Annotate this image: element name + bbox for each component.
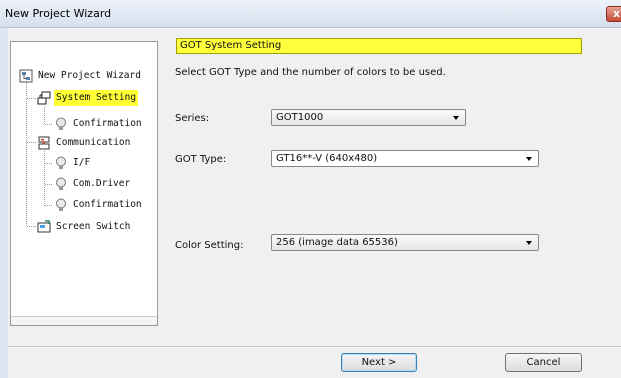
tree-item-label: Screen Switch xyxy=(56,221,131,232)
series-value: GOT1000 xyxy=(276,112,324,123)
tree-item-label: Communication xyxy=(56,137,131,148)
got-type-label: GOT Type: xyxy=(175,154,227,165)
got-type-value: GT16**-V (640x480) xyxy=(276,153,378,164)
bulb-icon xyxy=(56,198,66,211)
tree-item-label: Confirmation xyxy=(73,118,142,129)
cancel-button[interactable]: Cancel xyxy=(505,353,582,372)
tree-horizontal-scrollbar[interactable] xyxy=(11,316,157,325)
tree-item-label: Com.Driver xyxy=(73,178,131,189)
got-type-dropdown[interactable]: GT16**-V (640x480) xyxy=(271,150,539,167)
tree-item-label: Confirmation xyxy=(73,199,142,210)
color-setting-label: Color Setting: xyxy=(175,240,244,251)
screen-icon xyxy=(37,220,51,233)
project-icon xyxy=(19,69,33,83)
next-button[interactable]: Next > xyxy=(341,353,417,372)
series-dropdown[interactable]: GOT1000 xyxy=(271,109,466,126)
wizard-steps-tree[interactable]: New Project Wizard System Setting Confir… xyxy=(10,41,158,326)
footer-divider xyxy=(8,346,621,347)
color-setting-value: 256 (image data 65536) xyxy=(276,237,398,248)
close-button[interactable]: x xyxy=(606,6,621,22)
section-header: GOT System Setting xyxy=(176,38,582,54)
communication-icon xyxy=(38,136,50,150)
title-bar: New Project Wizard x xyxy=(0,0,621,28)
bulb-icon xyxy=(56,156,66,169)
window-title: New Project Wizard xyxy=(5,7,112,20)
chevron-down-icon xyxy=(526,157,532,161)
chevron-down-icon xyxy=(453,116,459,120)
tree-item-label: New Project Wizard xyxy=(38,70,141,81)
tree-item-label: System Setting xyxy=(54,90,139,106)
bulb-icon xyxy=(56,177,66,190)
tree-item-label: I/F xyxy=(73,157,91,168)
bulb-icon xyxy=(56,117,66,130)
system-icon xyxy=(37,91,51,105)
series-label: Series: xyxy=(175,113,210,124)
chevron-down-icon xyxy=(526,241,532,245)
color-setting-dropdown[interactable]: 256 (image data 65536) xyxy=(271,234,539,251)
wizard-body: New Project Wizard System Setting Confir… xyxy=(8,28,621,378)
instructions-text: Select GOT Type and the number of colors… xyxy=(175,67,446,78)
